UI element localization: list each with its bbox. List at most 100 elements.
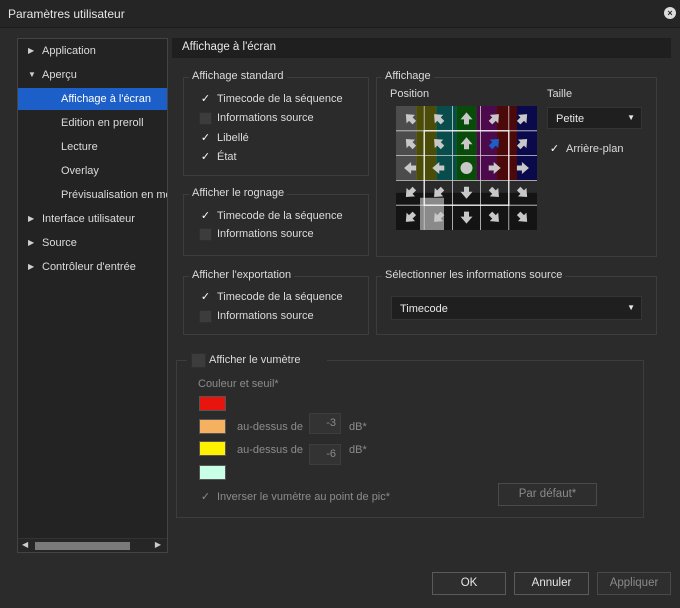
meter-color-swatch-red[interactable] [199, 396, 226, 411]
option-label: Timecode de la séquence [217, 93, 343, 105]
cancel-button[interactable]: Annuler [514, 572, 589, 595]
group-label-afficher-exportation: Afficher l'exportation [189, 269, 295, 281]
option-label: Informations source [217, 228, 314, 240]
chevron-right-icon[interactable]: ▶ [28, 256, 34, 278]
scroll-left-icon[interactable]: ◀ [22, 540, 28, 549]
option-label: Timecode de la séquence [217, 291, 343, 303]
title-bar: Paramètres utilisateur × [0, 0, 680, 28]
tree-item-label: Interface utilisateur [42, 213, 135, 225]
arriere-plan-checkbox-row[interactable]: ✓ Arrière-plan [548, 142, 648, 158]
option-checkbox[interactable]: ✓ [199, 132, 212, 145]
option-row[interactable]: ✓ Timecode de la séquence [199, 209, 364, 225]
chevron-right-icon[interactable]: ▶ [28, 232, 34, 254]
option-checkbox[interactable] [199, 228, 212, 241]
close-icon[interactable]: × [664, 7, 676, 19]
tree-item-label: Overlay [61, 165, 99, 177]
tree-item[interactable]: Overlay [18, 160, 167, 182]
group-label-affichage: Affichage [382, 70, 434, 82]
option-checkbox[interactable]: ✓ [199, 210, 212, 223]
tree-item[interactable]: ▶ Contrôleur d'entrée [18, 256, 167, 278]
option-row[interactable]: Informations source [199, 309, 364, 325]
option-row[interactable]: ✓ Timecode de la séquence [199, 92, 364, 108]
apply-button[interactable]: Appliquer [597, 572, 671, 595]
tree-item-label: Aperçu [42, 69, 77, 81]
ok-button[interactable]: OK [432, 572, 506, 595]
option-label: Timecode de la séquence [217, 210, 343, 222]
tree-item[interactable]: Lecture [18, 136, 167, 158]
tree-item[interactable]: Prévisualisation en mo [18, 184, 167, 206]
tree-item-label: Prévisualisation en mo [61, 189, 168, 201]
source-info-select[interactable]: Timecode ▼ [391, 296, 642, 320]
above-label-1: au-dessus de [237, 421, 304, 433]
option-checkbox[interactable]: ✓ [199, 291, 212, 304]
unit-label-2: dB* [349, 444, 367, 456]
option-row[interactable]: ✓ Libellé [199, 131, 364, 147]
group-afficher-rognage [183, 194, 369, 256]
taille-label: Taille [547, 88, 573, 100]
chevron-right-icon[interactable]: ▶ [28, 208, 34, 230]
invert-meter-row[interactable]: ✓ Inverser le vumètre au point de pic* [199, 490, 439, 506]
arriere-plan-checkbox[interactable]: ✓ [548, 143, 561, 156]
option-row[interactable]: Informations source [199, 111, 364, 127]
tree-item[interactable]: ▼ Aperçu [18, 64, 167, 86]
color-bar [416, 106, 437, 181]
option-row[interactable]: Informations source [199, 227, 364, 243]
tree-horizontal-scrollbar[interactable]: ◀ ▶ [18, 538, 167, 552]
panel-title: Affichage à l'écran [182, 41, 277, 53]
default-button[interactable]: Par défaut* [498, 483, 597, 506]
threshold-input-1[interactable]: -3 [309, 413, 341, 434]
center-icon [460, 162, 473, 174]
taille-select-value: Petite [556, 113, 585, 125]
meter-color-swatch-yellow[interactable] [199, 441, 226, 456]
above-label-2: au-dessus de [237, 444, 304, 456]
taille-select[interactable]: Petite ▼ [547, 107, 642, 129]
option-label: Informations source [217, 310, 314, 322]
tree-item-label: Source [42, 237, 77, 249]
option-checkbox[interactable] [199, 310, 212, 323]
tree-item-label: Lecture [61, 141, 98, 153]
tree-item-label: Edition en preroll [61, 117, 144, 129]
chevron-right-icon[interactable]: ▶ [28, 40, 34, 62]
source-info-select-value: Timecode [400, 303, 448, 315]
settings-tree: ▶ Application ▼ Aperçu Affichage à l'écran Ed… [17, 38, 168, 553]
tree-item-label: Affichage à l'écran [61, 93, 151, 105]
invert-meter-label: Inverser le vumètre au point de pic* [217, 491, 391, 503]
option-checkbox[interactable]: ✓ [199, 93, 212, 106]
chevron-down-icon: ▼ [627, 303, 635, 312]
tree-item[interactable]: Affichage à l'écran [18, 88, 167, 110]
tree-item[interactable]: ▶ Interface utilisateur [18, 208, 167, 230]
threshold-input-2[interactable]: -6 [309, 444, 341, 465]
vumetre-checkbox[interactable] [191, 353, 206, 368]
color-threshold-label: Couleur et seuil* [198, 378, 279, 390]
window-title: Paramètres utilisateur [8, 7, 125, 21]
position-label: Position [390, 88, 430, 100]
option-label: État [217, 151, 237, 163]
option-label: Libellé [217, 132, 249, 144]
group-label-source-info: Sélectionner les informations source [382, 269, 566, 281]
vumetre-header: Afficher le vumètre [187, 351, 327, 369]
option-checkbox[interactable] [199, 112, 212, 125]
vumetre-label: Afficher le vumètre [209, 354, 301, 366]
tree-item[interactable]: Edition en preroll [18, 112, 167, 134]
invert-meter-checkbox[interactable]: ✓ [199, 491, 212, 504]
meter-color-swatch-orange[interactable] [199, 419, 226, 434]
color-bar [496, 106, 518, 181]
chevron-down-icon[interactable]: ▼ [28, 64, 36, 86]
option-row[interactable]: ✓ Timecode de la séquence [199, 290, 364, 306]
tree-item[interactable]: ▶ Source [18, 232, 167, 254]
arriere-plan-label: Arrière-plan [566, 143, 624, 155]
option-label: Informations source [217, 112, 314, 124]
panel-header: Affichage à l'écran [172, 38, 671, 58]
option-checkbox[interactable]: ✓ [199, 151, 212, 164]
option-row[interactable]: ✓ État [199, 150, 364, 166]
chevron-down-icon: ▼ [627, 113, 635, 122]
tree-item[interactable]: ▶ Application [18, 40, 167, 62]
tree-item-label: Contrôleur d'entrée [42, 261, 136, 273]
position-grid[interactable] [396, 106, 537, 230]
group-label-afficher-rognage: Afficher le rognage [189, 187, 288, 199]
group-label-affichage-standard: Affichage standard [189, 70, 287, 82]
meter-color-swatch-mint[interactable] [199, 465, 226, 480]
scrollbar-thumb[interactable] [35, 542, 130, 550]
scroll-right-icon[interactable]: ▶ [155, 540, 161, 549]
unit-label-1: dB* [349, 421, 367, 433]
